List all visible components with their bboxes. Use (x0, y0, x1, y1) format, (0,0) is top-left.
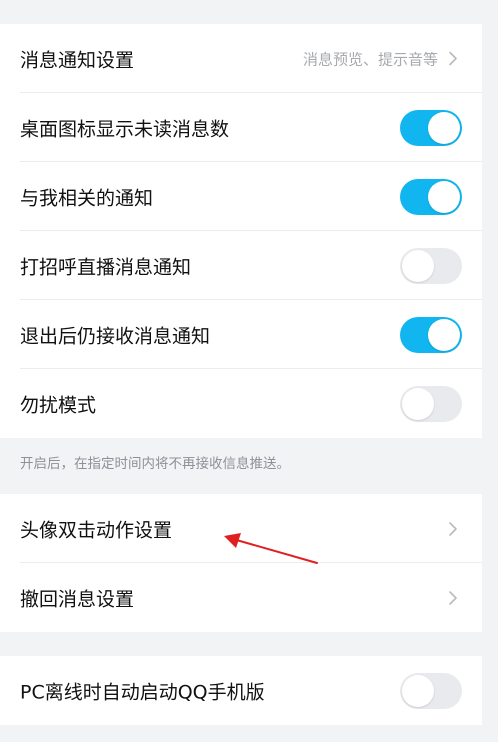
greeting-live-notifications-label: 打招呼直播消息通知 (20, 256, 192, 278)
toggle-knob (428, 318, 460, 351)
receive-after-logout-control (400, 316, 462, 353)
related-notifications-label: 与我相关的通知 (20, 187, 154, 209)
message-notification-settings-hint: 消息预览、提示音等 (302, 50, 438, 68)
related-notifications-control (400, 178, 462, 215)
do-not-disturb-control (400, 385, 462, 422)
do-not-disturb-toggle[interactable] (400, 385, 462, 422)
unread-badge-row: 桌面图标显示未读消息数 (0, 93, 482, 162)
do-not-disturb-row: 勿扰模式 (0, 369, 482, 438)
unread-badge-label: 桌面图标显示未读消息数 (20, 118, 230, 140)
chevron-right-icon (449, 521, 457, 536)
do-not-disturb-label: 勿扰模式 (20, 394, 97, 416)
toggle-knob (402, 387, 434, 420)
related-notifications-toggle[interactable] (400, 178, 462, 215)
chevron-right-icon (449, 51, 457, 66)
pc-offline-autostart-toggle[interactable] (400, 672, 462, 709)
message-notification-settings-row[interactable]: 消息通知设置 消息预览、提示音等 (0, 24, 482, 93)
pc-offline-autostart-row: PC离线时自动启动QQ手机版 (0, 656, 482, 725)
red-arrow-annotation (224, 533, 318, 564)
message-notification-settings-detail: 消息预览、提示音等 (303, 48, 462, 69)
unread-badge-toggle[interactable] (400, 109, 462, 146)
pc-offline-group: PC离线时自动启动QQ手机版 (0, 656, 482, 725)
greeting-live-notifications-control (400, 247, 462, 284)
toggle-knob (402, 674, 434, 707)
greeting-live-notifications-row: 打招呼直播消息通知 (0, 231, 482, 300)
greeting-live-notifications-toggle[interactable] (400, 247, 462, 284)
notification-settings-group: 消息通知设置 消息预览、提示音等 桌面图标显示未读消息数 与我相关的通知 打招呼… (0, 24, 482, 438)
do-not-disturb-caption: 开启后，在指定时间内将不再接收信息推送。 (20, 456, 290, 472)
chevron-right-icon (449, 590, 457, 605)
toggle-knob (428, 111, 460, 144)
receive-after-logout-label: 退出后仍接收消息通知 (20, 325, 211, 347)
receive-after-logout-toggle[interactable] (400, 316, 462, 353)
unread-badge-control (400, 109, 462, 146)
pc-offline-autostart-label: PC离线时自动启动QQ手机版 (20, 681, 265, 703)
recall-message-settings-label: 撤回消息设置 (20, 588, 135, 610)
related-notifications-row: 与我相关的通知 (0, 162, 482, 231)
pc-offline-autostart-control (400, 672, 462, 709)
avatar-double-tap-label: 头像双击动作设置 (20, 519, 173, 541)
avatar-double-tap-detail (444, 520, 462, 538)
recall-message-settings-row[interactable]: 撤回消息设置 (0, 563, 482, 632)
recall-message-settings-detail (444, 589, 462, 607)
message-notification-settings-label: 消息通知设置 (20, 49, 135, 71)
receive-after-logout-row: 退出后仍接收消息通知 (0, 300, 482, 369)
toggle-knob (428, 180, 460, 213)
toggle-knob (402, 249, 434, 282)
